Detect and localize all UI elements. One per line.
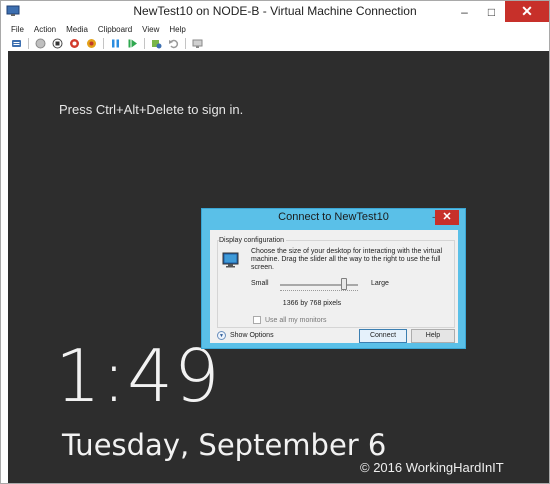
use-all-monitors-row[interactable]: Use all my monitors bbox=[253, 316, 326, 324]
signin-prompt: Press Ctrl+Alt+Delete to sign in. bbox=[59, 102, 244, 117]
start-icon[interactable] bbox=[35, 38, 46, 49]
display-configuration-group: Display configuration Choose the size of… bbox=[217, 234, 455, 328]
group-label: Display configuration bbox=[219, 237, 286, 244]
maximize-button[interactable]: □ bbox=[478, 1, 505, 22]
lock-screen-time: 1:49 bbox=[55, 334, 221, 418]
slider-min-label: Small bbox=[251, 280, 269, 287]
window-controls: – □ ✕ bbox=[451, 1, 549, 22]
slider-ticks bbox=[280, 290, 358, 293]
help-button[interactable]: Help bbox=[411, 329, 455, 343]
use-all-monitors-checkbox[interactable] bbox=[253, 316, 261, 324]
dialog-close-button[interactable]: ✕ bbox=[435, 210, 459, 225]
close-button[interactable]: ✕ bbox=[505, 1, 549, 22]
show-options-toggle[interactable]: ▼ Show Options bbox=[217, 331, 274, 340]
dialog-body: Display configuration Choose the size of… bbox=[210, 230, 458, 343]
pause-icon[interactable] bbox=[110, 38, 121, 49]
toolbar-separator bbox=[144, 38, 145, 49]
revert-icon[interactable] bbox=[168, 38, 179, 49]
menu-action[interactable]: Action bbox=[34, 25, 56, 34]
menu-help[interactable]: Help bbox=[169, 25, 185, 34]
copyright-watermark: © 2016 WorkingHardInIT bbox=[360, 460, 504, 475]
use-all-monitors-label[interactable]: Use all my monitors bbox=[265, 317, 326, 324]
menu-media[interactable]: Media bbox=[66, 25, 88, 34]
checkpoint-icon[interactable] bbox=[151, 38, 162, 49]
resolution-readout: 1366 by 768 pixels bbox=[282, 300, 342, 307]
toolbar-separator bbox=[185, 38, 186, 49]
menu-view[interactable]: View bbox=[142, 25, 159, 34]
slider-max-label: Large bbox=[371, 280, 389, 287]
lock-screen-date: Tuesday, September 6 bbox=[62, 428, 387, 462]
display-size-slider-thumb[interactable] bbox=[340, 278, 347, 290]
shut-down-icon[interactable] bbox=[69, 38, 80, 49]
toolbar-separator bbox=[103, 38, 104, 49]
chevron-down-icon[interactable]: ▼ bbox=[217, 331, 226, 340]
connect-button[interactable]: Connect bbox=[359, 329, 407, 343]
connect-dialog: Connect to NewTest10 – ✕ Display configu… bbox=[201, 208, 466, 349]
toolbar-separator bbox=[28, 38, 29, 49]
vm-connection-window: NewTest10 on NODE-B - Virtual Machine Co… bbox=[0, 0, 550, 484]
enhanced-session-icon[interactable] bbox=[192, 38, 203, 49]
monitor-icon bbox=[222, 252, 239, 268]
menu-bar: File Action Media Clipboard View Help bbox=[1, 22, 549, 36]
display-size-slider-row: Small Large bbox=[251, 278, 451, 292]
menu-file[interactable]: File bbox=[11, 25, 24, 34]
turn-off-icon[interactable] bbox=[52, 38, 63, 49]
show-options-label[interactable]: Show Options bbox=[230, 332, 274, 339]
toolbar bbox=[1, 36, 549, 51]
save-icon[interactable] bbox=[86, 38, 97, 49]
display-description: Choose the size of your desktop for inte… bbox=[251, 248, 443, 271]
menu-clipboard[interactable]: Clipboard bbox=[98, 25, 132, 34]
minimize-button[interactable]: – bbox=[451, 1, 478, 22]
dialog-title: Connect to NewTest10 bbox=[278, 211, 389, 223]
reset-icon[interactable] bbox=[127, 38, 138, 49]
ctrl-alt-del-icon[interactable] bbox=[11, 38, 22, 49]
title-bar[interactable]: NewTest10 on NODE-B - Virtual Machine Co… bbox=[1, 1, 549, 22]
